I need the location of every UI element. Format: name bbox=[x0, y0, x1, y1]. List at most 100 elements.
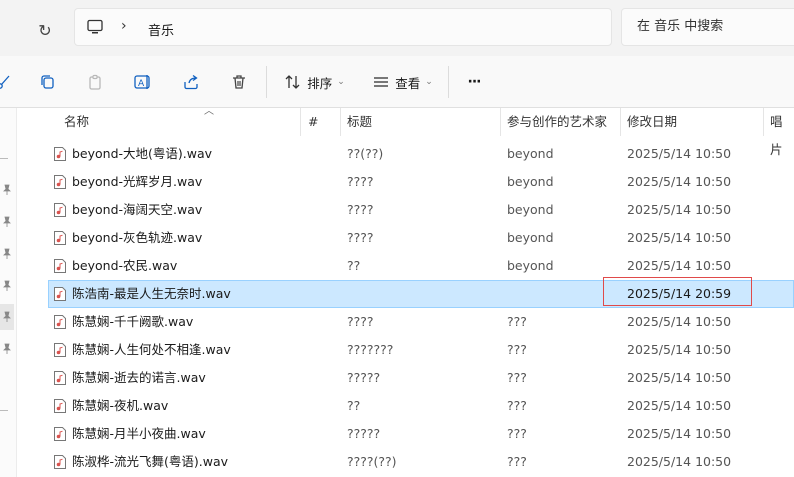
nav-divider bbox=[0, 158, 8, 159]
file-name[interactable]: beyond-灰色轨迹.wav bbox=[72, 224, 202, 252]
pin-icon[interactable] bbox=[2, 343, 12, 355]
file-title: ???? bbox=[347, 202, 374, 217]
file-title: ??(??) bbox=[347, 146, 384, 161]
file-name[interactable]: 陈慧娴-夜机.wav bbox=[72, 392, 168, 420]
sort-ascending-icon: ︿ bbox=[204, 106, 214, 117]
rename-button[interactable]: A bbox=[132, 69, 154, 95]
file-name[interactable]: beyond-农民.wav bbox=[72, 252, 177, 280]
toolbar-divider bbox=[266, 66, 267, 98]
file-title: ?? bbox=[347, 258, 361, 273]
breadcrumb-current[interactable]: 音乐 bbox=[148, 20, 174, 39]
navigation-pane[interactable] bbox=[0, 108, 17, 477]
file-artist: ??? bbox=[507, 370, 527, 385]
column-divider[interactable] bbox=[620, 108, 621, 136]
sort-button[interactable]: 排序 ⌄ bbox=[282, 69, 348, 95]
file-row[interactable]: 陈慧娴-逝去的诺言.wav???????? 2025/5/14 10:50 bbox=[48, 364, 794, 392]
file-artist: ??? bbox=[507, 342, 527, 357]
file-name[interactable]: 陈慧娴-月半小夜曲.wav bbox=[72, 420, 206, 448]
file-artist: ??? bbox=[507, 426, 527, 441]
column-divider[interactable] bbox=[763, 108, 764, 136]
refresh-icon[interactable]: ↻ bbox=[34, 19, 56, 41]
address-bar: ↻ › 音乐 bbox=[0, 0, 794, 56]
view-button[interactable]: 查看 ⌄ bbox=[370, 69, 436, 95]
file-row[interactable]: 陈慧娴-人生何处不相逢.wav?????????? 2025/5/14 10:50 bbox=[48, 336, 794, 364]
file-row[interactable]: 陈慧娴-月半小夜曲.wav???????? 2025/5/14 10:50 bbox=[48, 420, 794, 448]
file-name[interactable]: 陈慧娴-逝去的诺言.wav bbox=[72, 364, 206, 392]
search-input[interactable] bbox=[635, 18, 794, 35]
file-modified-date: 2025/5/14 10:50 bbox=[627, 370, 732, 385]
rename-icon: A bbox=[134, 75, 150, 89]
file-modified-date: 2025/5/14 10:50 bbox=[627, 426, 732, 441]
column-divider[interactable] bbox=[340, 108, 341, 136]
column-header-artist[interactable]: 参与创作的艺术家 bbox=[507, 108, 607, 136]
this-pc-icon[interactable] bbox=[87, 19, 103, 35]
copy-button[interactable] bbox=[36, 69, 58, 95]
nav-divider bbox=[0, 410, 8, 411]
column-header-name[interactable]: 名称 bbox=[64, 108, 89, 136]
file-title: ????? bbox=[347, 370, 381, 385]
file-modified-date: 2025/5/14 10:50 bbox=[627, 146, 732, 161]
audio-file-icon bbox=[54, 343, 66, 357]
audio-file-icon bbox=[54, 371, 66, 385]
audio-file-icon bbox=[54, 175, 66, 189]
scissors-icon bbox=[0, 75, 10, 89]
annotation-highlight-box bbox=[603, 277, 752, 306]
file-modified-date: 2025/5/14 10:50 bbox=[627, 258, 732, 273]
pin-icon[interactable] bbox=[2, 216, 12, 228]
file-artist: ??? bbox=[507, 398, 527, 413]
audio-file-icon bbox=[54, 259, 66, 273]
audio-file-icon bbox=[54, 315, 66, 329]
file-row[interactable]: beyond-海阔天空.wav???? beyond 2025/5/14 10:50 bbox=[48, 196, 794, 224]
paste-button[interactable] bbox=[84, 69, 106, 95]
column-header-number[interactable]: # bbox=[308, 108, 318, 136]
column-divider[interactable] bbox=[300, 108, 301, 136]
pin-icon[interactable] bbox=[2, 311, 12, 323]
file-row[interactable]: beyond-大地(粤语).wav ??(??) beyond 2025/5/14 1… bbox=[48, 140, 794, 168]
file-modified-date: 2025/5/14 10:50 bbox=[627, 342, 732, 357]
file-name[interactable]: 陈慧娴-人生何处不相逢.wav bbox=[72, 336, 231, 364]
share-icon bbox=[184, 74, 198, 90]
svg-text:A: A bbox=[138, 79, 145, 89]
file-title: ????(??) bbox=[347, 454, 397, 469]
audio-file-icon bbox=[54, 203, 66, 217]
file-name[interactable]: 陈浩南-最是人生无奈时.wav bbox=[72, 280, 231, 308]
file-modified-date: 2025/5/14 10:50 bbox=[627, 202, 732, 217]
paste-icon bbox=[89, 74, 101, 90]
pin-icon[interactable] bbox=[2, 248, 12, 260]
search-box[interactable] bbox=[621, 8, 794, 46]
file-name[interactable]: beyond-大地(粤语).wav bbox=[72, 140, 212, 168]
column-header-album[interactable]: 唱片 bbox=[770, 108, 794, 157]
file-title: ?? bbox=[347, 398, 361, 413]
share-button[interactable] bbox=[180, 69, 202, 95]
file-row[interactable]: beyond-灰色轨迹.wav???? beyond 2025/5/14 10:50 bbox=[48, 224, 794, 252]
file-artist: beyond bbox=[507, 146, 554, 161]
column-header-modified[interactable]: 修改日期 bbox=[627, 108, 677, 136]
file-name[interactable]: beyond-光辉岁月.wav bbox=[72, 168, 202, 196]
copy-icon bbox=[41, 75, 54, 89]
delete-button[interactable] bbox=[228, 69, 250, 95]
audio-file-icon bbox=[54, 231, 66, 245]
sort-icon bbox=[285, 75, 300, 89]
breadcrumb[interactable]: › 音乐 bbox=[74, 8, 612, 46]
audio-file-icon bbox=[54, 455, 66, 469]
column-divider[interactable] bbox=[500, 108, 501, 136]
file-name[interactable]: 陈慧娴-千千阙歌.wav bbox=[72, 308, 193, 336]
file-artist: beyond bbox=[507, 174, 554, 189]
pin-icon[interactable] bbox=[2, 184, 12, 196]
file-name[interactable]: 陈淑桦-流光飞舞(粤语).wav bbox=[72, 448, 228, 476]
cut-button[interactable] bbox=[0, 69, 14, 95]
audio-file-icon bbox=[54, 399, 66, 413]
file-row[interactable]: 陈慧娴-千千阙歌.wav??????? 2025/5/14 10:50 bbox=[48, 308, 794, 336]
file-row[interactable]: 陈慧娴-夜机.wav????? 2025/5/14 10:50 bbox=[48, 392, 794, 420]
more-options-button[interactable]: ··· bbox=[462, 69, 486, 95]
file-row[interactable]: 陈淑桦-流光飞舞(粤语).wav ????(??)??? 2025/5/14 10:… bbox=[48, 448, 794, 476]
chevron-right-icon[interactable]: › bbox=[121, 18, 127, 34]
trash-icon bbox=[233, 75, 245, 89]
file-name[interactable]: beyond-海阔天空.wav bbox=[72, 196, 202, 224]
file-modified-date: 2025/5/14 10:50 bbox=[627, 398, 732, 413]
file-title: ????? bbox=[347, 426, 381, 441]
column-header-title[interactable]: 标题 bbox=[347, 108, 372, 136]
file-row[interactable]: beyond-农民.wav?? beyond 2025/5/14 10:50 bbox=[48, 252, 794, 280]
file-row[interactable]: beyond-光辉岁月.wav???? beyond 2025/5/14 10:50 bbox=[48, 168, 794, 196]
pin-icon[interactable] bbox=[2, 280, 12, 292]
